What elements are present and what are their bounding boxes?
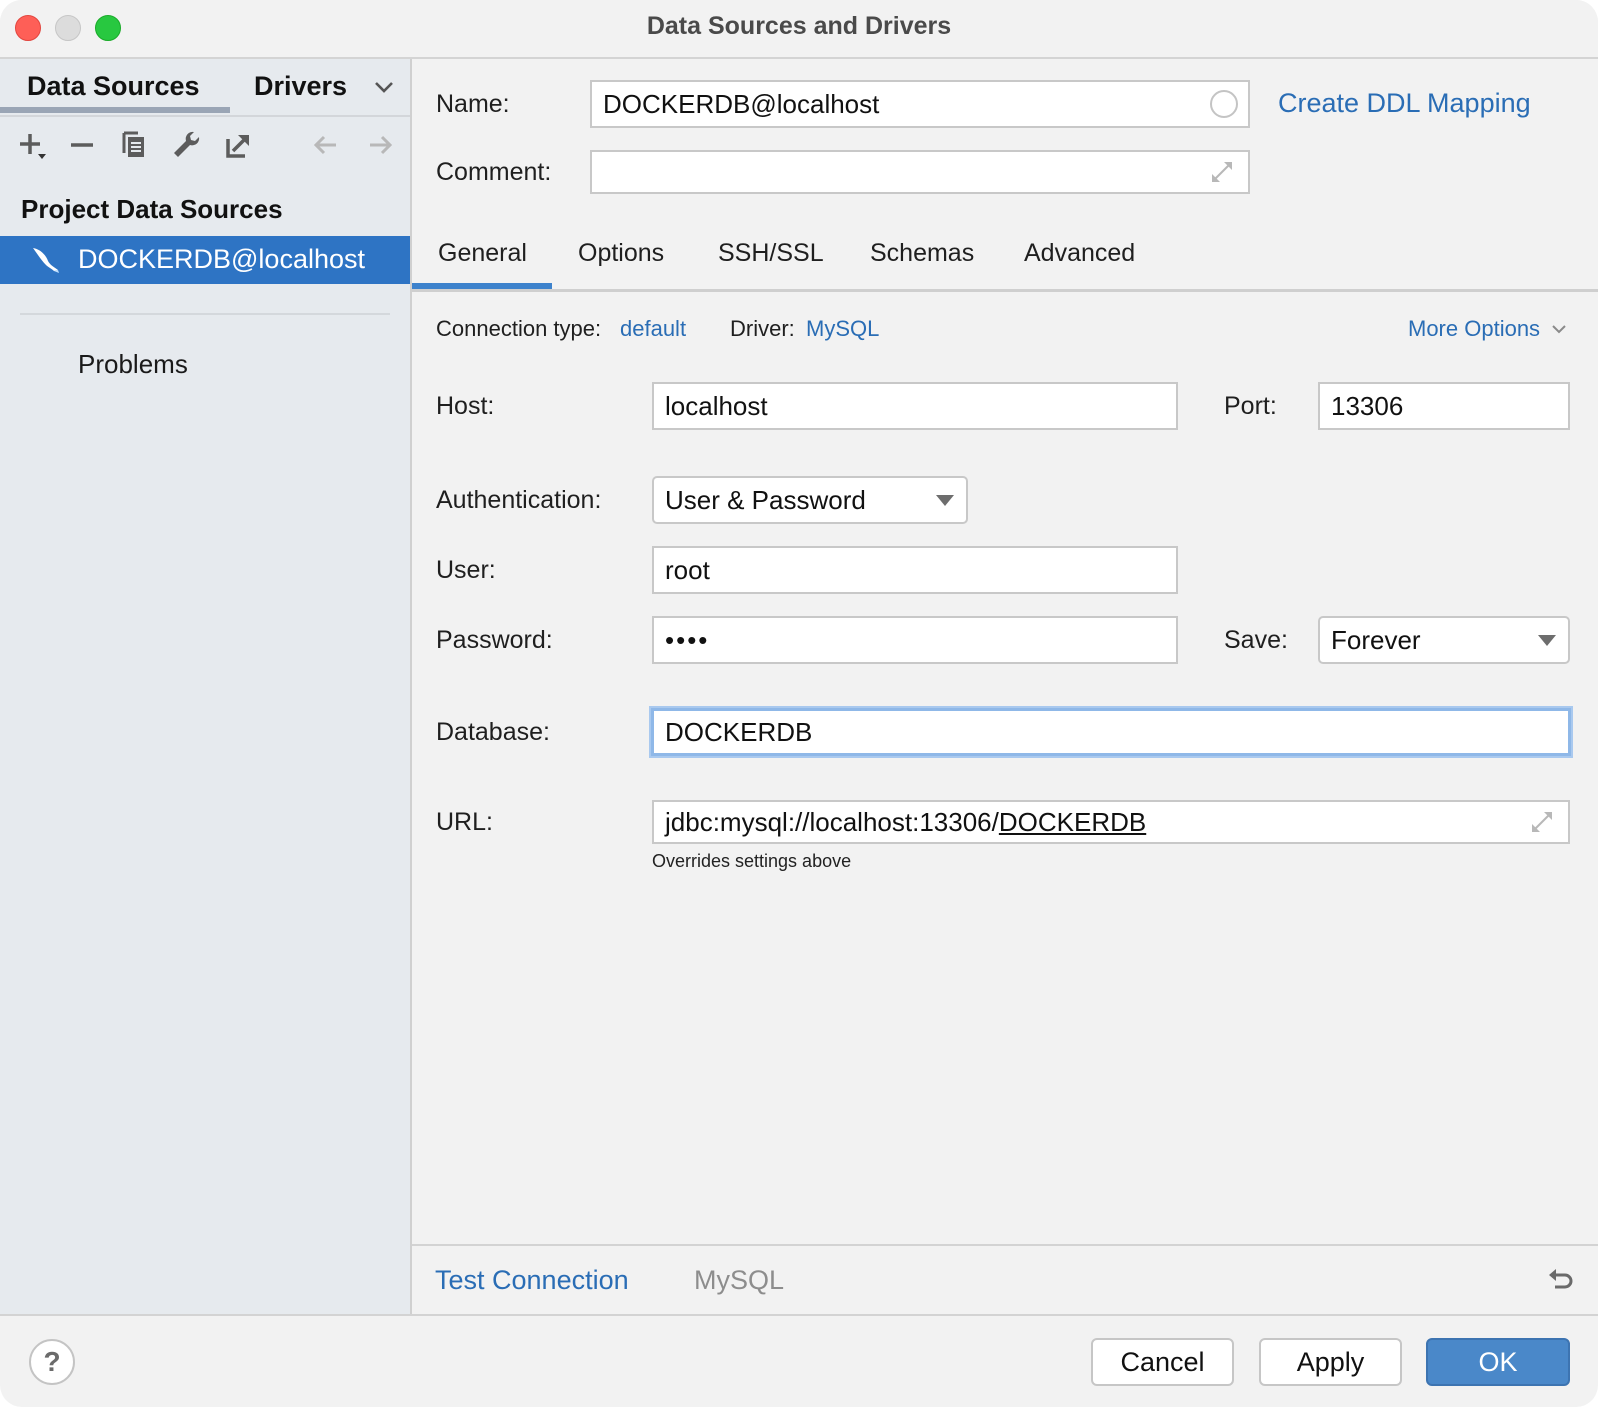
expand-icon[interactable] — [1208, 158, 1236, 186]
user-label: User: — [436, 556, 496, 584]
title-bar: Data Sources and Drivers — [0, 0, 1598, 59]
name-value: DOCKERDB@localhost — [603, 88, 880, 119]
wrench-icon[interactable] — [168, 127, 204, 163]
data-source-label: DOCKERDB@localhost — [78, 244, 365, 274]
expand-icon[interactable] — [1528, 808, 1556, 836]
help-button[interactable]: ? — [29, 1339, 75, 1385]
host-value: localhost — [665, 390, 768, 421]
database-label: Database: — [436, 718, 550, 746]
comment-input[interactable] — [590, 150, 1250, 194]
comment-label: Comment: — [436, 158, 552, 186]
back-arrow-icon[interactable] — [308, 127, 344, 163]
sidebar-tabs: Data Sources Drivers — [0, 59, 410, 117]
url-database-link[interactable]: DOCKERDB — [999, 807, 1146, 838]
connection-type-label: Connection type: — [436, 316, 602, 341]
driver-link[interactable]: MySQL — [806, 316, 879, 342]
active-tab-indicator — [0, 107, 230, 113]
data-source-item[interactable]: DOCKERDB@localhost — [0, 236, 410, 284]
apply-button[interactable]: Apply — [1259, 1338, 1402, 1386]
sidebar: Data Sources Drivers Project Data Source… — [0, 59, 412, 1314]
port-value: 13306 — [1331, 390, 1404, 421]
save-select[interactable]: Forever — [1318, 616, 1570, 664]
password-label: Password: — [436, 626, 553, 654]
remove-icon[interactable] — [64, 127, 100, 163]
export-icon[interactable] — [220, 127, 256, 163]
dropdown-caret-icon — [1538, 635, 1556, 646]
bottom-divider — [0, 1314, 1598, 1316]
password-input[interactable]: •••• — [652, 616, 1178, 664]
project-data-sources-header: Project Data Sources — [21, 194, 283, 224]
ok-button[interactable]: OK — [1426, 1338, 1570, 1386]
tab-options[interactable]: Options — [578, 239, 664, 268]
save-label: Save: — [1224, 626, 1288, 654]
driver-label: Driver: — [730, 316, 795, 341]
user-input[interactable]: root — [652, 546, 1178, 594]
save-value: Forever — [1331, 624, 1421, 655]
color-circle-icon[interactable] — [1210, 90, 1238, 118]
tab-drivers[interactable]: Drivers — [254, 71, 347, 102]
forward-arrow-icon[interactable] — [362, 127, 398, 163]
chevron-down-icon — [1552, 325, 1566, 334]
url-hint: Overrides settings above — [652, 851, 852, 871]
password-value: •••• — [665, 624, 710, 655]
authentication-label: Authentication: — [436, 486, 602, 514]
name-label: Name: — [436, 90, 510, 118]
footer-divider — [412, 1244, 1598, 1246]
port-input[interactable]: 13306 — [1318, 382, 1570, 430]
problems-item[interactable]: Problems — [78, 349, 188, 380]
tab-data-sources[interactable]: Data Sources — [27, 71, 200, 102]
create-ddl-mapping-link[interactable]: Create DDL Mapping — [1278, 88, 1531, 119]
window-title: Data Sources and Drivers — [646, 12, 952, 40]
sidebar-toolbar — [0, 119, 410, 179]
url-label: URL: — [436, 808, 493, 836]
authentication-select[interactable]: User & Password — [652, 476, 968, 524]
duplicate-icon[interactable] — [116, 127, 152, 163]
mysql-dolphin-icon — [30, 245, 62, 275]
more-options-label: More Options — [1408, 316, 1541, 341]
tab-general[interactable]: General — [438, 239, 527, 268]
more-options-link[interactable]: More Options — [1408, 316, 1568, 342]
driver-name-label: MySQL — [694, 1265, 785, 1295]
tab-schemas[interactable]: Schemas — [870, 239, 974, 268]
port-label: Port: — [1224, 392, 1277, 420]
database-value: DOCKERDB — [665, 716, 813, 747]
host-input[interactable]: localhost — [652, 382, 1178, 430]
user-value: root — [665, 554, 710, 585]
dropdown-caret-icon — [936, 495, 954, 506]
database-input[interactable]: DOCKERDB — [651, 708, 1571, 756]
tab-bar: General Options SSH/SSL Schemas Advanced — [412, 219, 1598, 292]
host-label: Host: — [436, 392, 495, 420]
add-icon[interactable] — [14, 127, 50, 163]
authentication-value: User & Password — [665, 484, 866, 515]
url-input[interactable]: jdbc:mysql://localhost:13306/DOCKERDB — [652, 800, 1570, 844]
url-prefix: jdbc:mysql://localhost:13306/ — [665, 806, 999, 837]
revert-icon[interactable] — [1546, 1266, 1576, 1296]
data-sources-dialog: Data Sources and Drivers Data Sources Dr… — [0, 0, 1598, 1407]
main-panel: Name: DOCKERDB@localhost Create DDL Mapp… — [412, 59, 1598, 1314]
cancel-button[interactable]: Cancel — [1091, 1338, 1234, 1386]
tab-advanced[interactable]: Advanced — [1024, 239, 1135, 268]
tab-ssh-ssl[interactable]: SSH/SSL — [718, 239, 824, 268]
active-tab-indicator — [412, 283, 552, 289]
chevron-down-icon[interactable] — [370, 73, 398, 101]
connection-type-link[interactable]: default — [620, 316, 686, 342]
name-input[interactable]: DOCKERDB@localhost — [590, 80, 1250, 128]
test-connection-link[interactable]: Test Connection — [435, 1265, 629, 1296]
sidebar-divider — [20, 313, 390, 315]
